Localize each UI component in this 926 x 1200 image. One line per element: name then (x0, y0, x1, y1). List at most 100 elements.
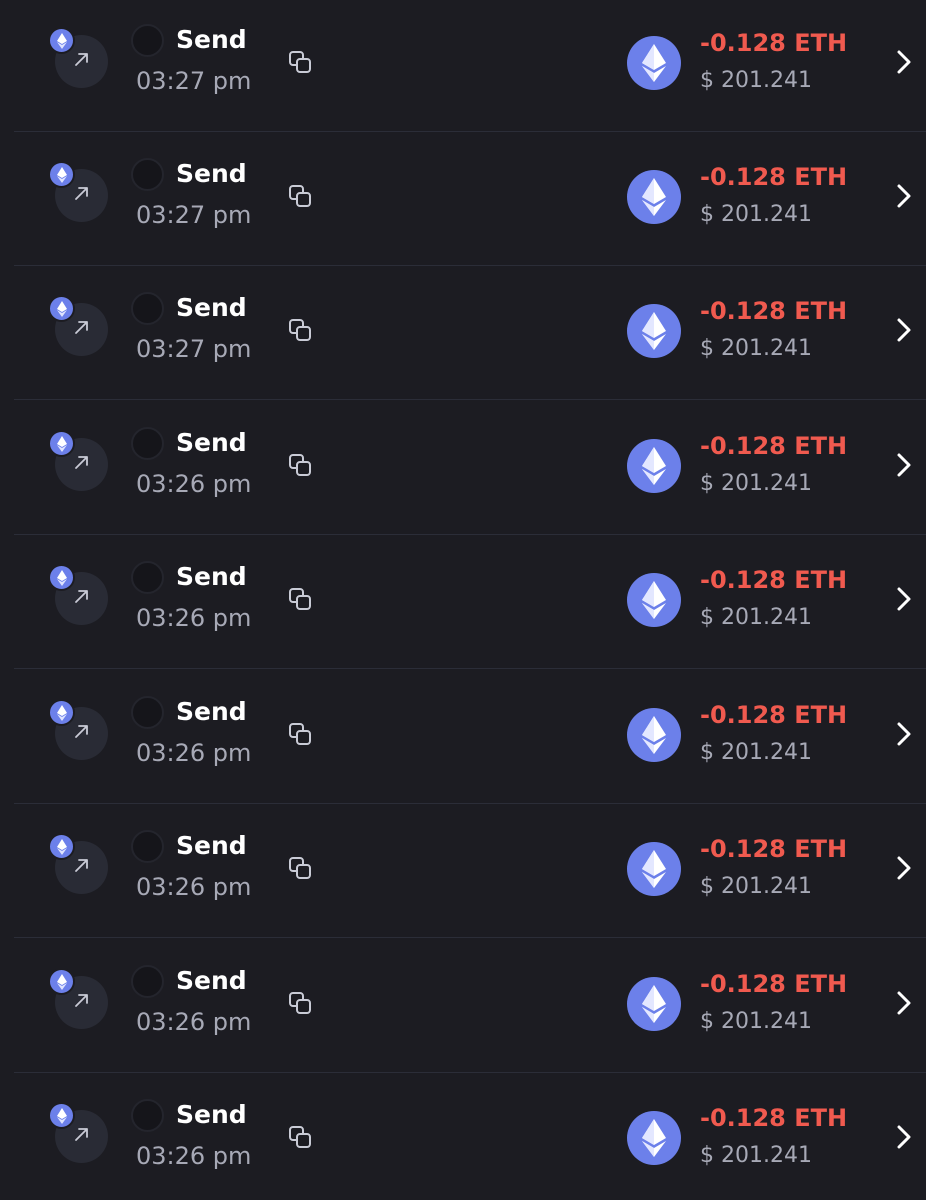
token-icon (627, 1111, 681, 1165)
token-amount: -0.128 ETH (700, 29, 848, 57)
status-indicator (131, 561, 164, 594)
copy-icon[interactable] (287, 990, 315, 1018)
transaction-row[interactable]: Send 03:26 pm -0.128 ETH $ 201.241 (0, 401, 926, 535)
chevron-right-icon[interactable] (894, 183, 914, 209)
fiat-value: $ 201.241 (700, 874, 812, 899)
arrow-up-right-icon (75, 1128, 88, 1141)
row-divider (14, 668, 926, 669)
status-indicator (131, 830, 164, 863)
copy-icon[interactable] (287, 183, 315, 211)
chevron-right-icon[interactable] (894, 1124, 914, 1150)
transaction-time: 03:26 pm (136, 873, 252, 901)
transaction-row[interactable]: Send 03:26 pm -0.128 ETH $ 201.241 (0, 535, 926, 669)
token-icon (627, 977, 681, 1031)
transaction-type: Send (176, 562, 247, 591)
status-indicator (131, 292, 164, 325)
status-indicator (131, 1099, 164, 1132)
network-badge (48, 699, 75, 726)
fiat-value: $ 201.241 (700, 336, 812, 361)
ethereum-icon (642, 1119, 666, 1157)
arrow-up-right-icon (75, 994, 88, 1007)
transaction-row[interactable]: Send 03:26 pm -0.128 ETH $ 201.241 (0, 1073, 926, 1200)
copy-icon[interactable] (287, 1124, 315, 1152)
ethereum-icon (57, 974, 67, 990)
ethereum-icon (642, 312, 666, 350)
transaction-time: 03:26 pm (136, 739, 252, 767)
transaction-row[interactable]: Send 03:26 pm -0.128 ETH $ 201.241 (0, 804, 926, 938)
ethereum-icon (642, 447, 666, 485)
copy-icon[interactable] (287, 452, 315, 480)
copy-icon[interactable] (287, 586, 315, 614)
transaction-time: 03:27 pm (136, 67, 252, 95)
fiat-value: $ 201.241 (700, 202, 812, 227)
transaction-time: 03:26 pm (136, 470, 252, 498)
ethereum-icon (57, 301, 67, 317)
chevron-right-icon[interactable] (894, 721, 914, 747)
network-badge (48, 295, 75, 322)
network-badge (48, 430, 75, 457)
copy-icon[interactable] (287, 317, 315, 345)
transaction-row[interactable]: Send 03:27 pm -0.128 ETH $ 201.241 (0, 132, 926, 266)
transaction-type: Send (176, 1100, 247, 1129)
chevron-right-icon[interactable] (894, 990, 914, 1016)
transaction-row[interactable]: Send 03:27 pm -0.128 ETH $ 201.241 (0, 0, 926, 132)
transaction-list: Send 03:27 pm -0.128 ETH $ 201.241 Send … (0, 0, 926, 1200)
transaction-type: Send (176, 159, 247, 188)
transaction-type: Send (176, 831, 247, 860)
transaction-row[interactable]: Send 03:26 pm -0.128 ETH $ 201.241 (0, 939, 926, 1073)
token-icon (627, 842, 681, 896)
ethereum-icon (57, 167, 67, 183)
token-amount: -0.128 ETH (700, 970, 848, 998)
token-amount: -0.128 ETH (700, 432, 848, 460)
ethereum-icon (642, 581, 666, 619)
copy-icon[interactable] (287, 49, 315, 77)
status-indicator (131, 965, 164, 998)
transaction-time: 03:27 pm (136, 201, 252, 229)
chevron-right-icon[interactable] (894, 317, 914, 343)
arrow-up-right-icon (75, 590, 88, 603)
ethereum-icon (57, 1108, 67, 1124)
transaction-row[interactable]: Send 03:26 pm -0.128 ETH $ 201.241 (0, 670, 926, 804)
token-icon (627, 36, 681, 90)
arrow-up-right-icon (75, 53, 88, 66)
copy-icon[interactable] (287, 721, 315, 749)
chevron-right-icon[interactable] (894, 855, 914, 881)
arrow-up-right-icon (75, 187, 88, 200)
ethereum-icon (642, 178, 666, 216)
fiat-value: $ 201.241 (700, 1009, 812, 1034)
network-badge (48, 1102, 75, 1129)
network-badge (48, 161, 75, 188)
transaction-time: 03:26 pm (136, 604, 252, 632)
row-divider (14, 937, 926, 938)
chevron-right-icon[interactable] (894, 49, 914, 75)
transaction-type: Send (176, 966, 247, 995)
transaction-type: Send (176, 428, 247, 457)
token-icon (627, 573, 681, 627)
ethereum-icon (642, 44, 666, 82)
ethereum-icon (642, 985, 666, 1023)
ethereum-icon (642, 850, 666, 888)
network-badge (48, 564, 75, 591)
status-indicator (131, 696, 164, 729)
chevron-right-icon[interactable] (894, 452, 914, 478)
token-amount: -0.128 ETH (700, 835, 848, 863)
transaction-time: 03:26 pm (136, 1142, 252, 1170)
transaction-type: Send (176, 697, 247, 726)
network-badge (48, 968, 75, 995)
transaction-type: Send (176, 25, 247, 54)
transaction-row[interactable]: Send 03:27 pm -0.128 ETH $ 201.241 (0, 266, 926, 400)
token-amount: -0.128 ETH (700, 297, 848, 325)
token-icon (627, 708, 681, 762)
fiat-value: $ 201.241 (700, 1143, 812, 1168)
fiat-value: $ 201.241 (700, 605, 812, 630)
arrow-up-right-icon (75, 321, 88, 334)
ethereum-icon (57, 705, 67, 721)
fiat-value: $ 201.241 (700, 68, 812, 93)
status-indicator (131, 158, 164, 191)
copy-icon[interactable] (287, 855, 315, 883)
chevron-right-icon[interactable] (894, 586, 914, 612)
transaction-time: 03:27 pm (136, 335, 252, 363)
token-amount: -0.128 ETH (700, 163, 848, 191)
ethereum-icon (57, 436, 67, 452)
row-divider (14, 399, 926, 400)
